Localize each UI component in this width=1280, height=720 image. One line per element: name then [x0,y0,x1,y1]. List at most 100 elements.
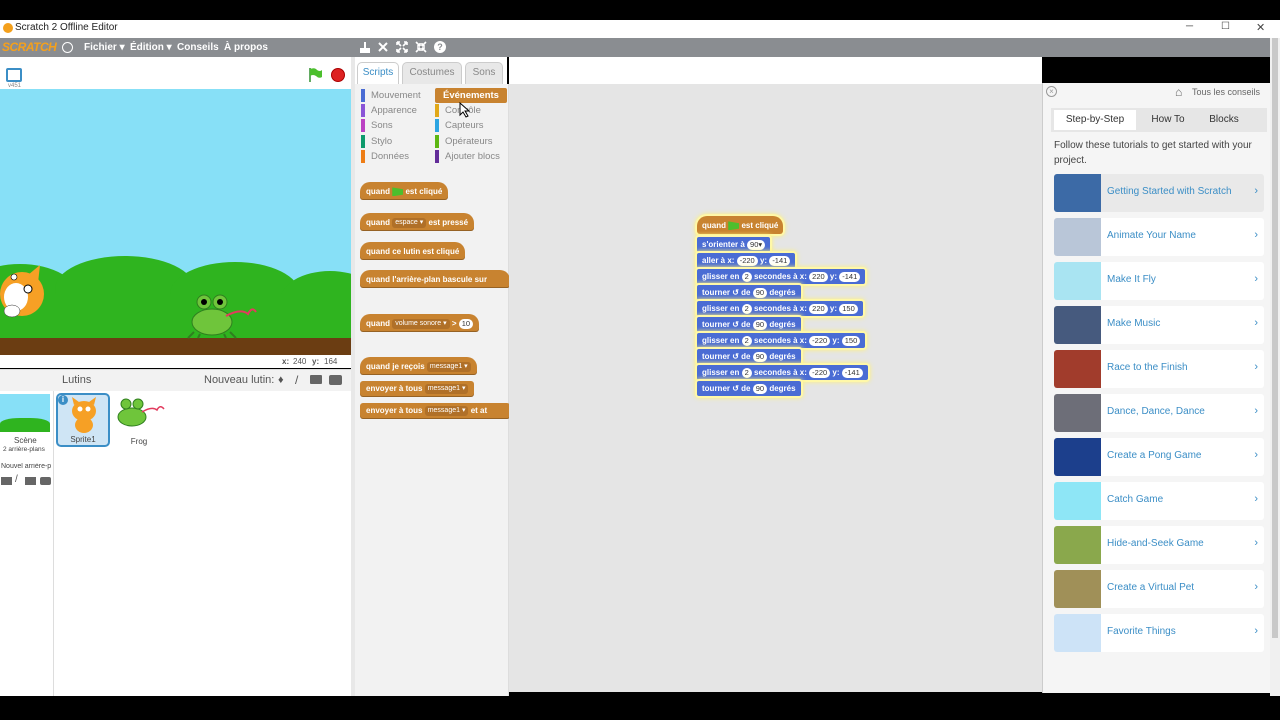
y-input[interactable]: -141 [839,271,861,282]
close-button[interactable]: ✕ [1256,21,1265,34]
secs-input[interactable]: 2 [741,367,752,378]
key-dropdown[interactable]: espace ▾ [392,217,427,228]
x-input[interactable]: 220 [809,303,828,314]
category-sound[interactable]: Sons [361,119,393,132]
block-when-i-receive[interactable]: quand je reçois message1 ▾ [360,357,477,375]
tutorial-item[interactable]: Catch Game › [1054,482,1264,520]
block-broadcast[interactable]: envoyer à tous message1 ▾ [360,381,475,397]
category-events[interactable]: Événements [435,88,507,103]
script-glide-1[interactable]: glisser en 2 secondes à x: 220 y: -141 [697,269,866,284]
x-input[interactable]: 220 [809,271,828,282]
script-glide-3[interactable]: glisser en 2 secondes à x: -220 y: 150 [697,333,866,348]
block-when-backdrop-switches[interactable]: quand l'arrière-plan bascule sur [360,270,510,288]
block-broadcast-and-wait[interactable]: envoyer à tous message1 ▾ et at [360,403,510,419]
tutorial-item[interactable]: Make Music › [1054,306,1264,344]
scratch-logo[interactable]: SCRATCH [2,40,57,54]
help-icon[interactable]: ? [434,41,446,53]
sprite-tile-frog[interactable]: Frog [112,393,166,447]
presentation-mode-icon[interactable] [6,68,22,82]
degrees-input[interactable]: 90 [752,287,768,298]
script-turn-1[interactable]: tourner ↺ de 90 degrés [697,285,801,300]
stop-icon[interactable] [331,68,345,82]
tab-scripts[interactable]: Scripts [357,62,399,85]
x-input[interactable]: -220 [809,335,831,346]
category-more-blocks[interactable]: Ajouter blocs [435,150,500,163]
menu-about[interactable]: À propos [224,42,268,53]
menu-file[interactable]: Fichier ▾ [84,42,125,53]
scene-thumbnail[interactable] [0,394,50,432]
script-area[interactable]: quand est cliqué s'orienter à 90▾ aller … [509,84,1042,692]
draw-backdrop-icon[interactable]: / [15,474,18,485]
camera-backdrop-icon[interactable] [40,477,51,485]
tab-costumes[interactable]: Costumes [402,62,462,84]
sprite-tile-sprite1[interactable]: i Sprite1 [56,393,110,447]
tab-how-to[interactable]: How To [1143,110,1193,130]
tutorial-item[interactable]: Getting Started with Scratch › [1054,174,1264,212]
tutorial-item[interactable]: Create a Pong Game › [1054,438,1264,476]
category-control[interactable]: Contrôle [435,104,481,117]
script-turn-2[interactable]: tourner ↺ de 90 degrés [697,317,801,332]
y-input[interactable]: -141 [841,367,863,378]
block-when-sprite-clicked[interactable]: quand ce lutin est cliqué [360,242,466,260]
script-turn-4[interactable]: tourner ↺ de 90 degrés [697,381,801,396]
degrees-input[interactable]: 90 [752,383,768,394]
tab-blocks[interactable]: Blocks [1199,110,1249,130]
direction-input[interactable]: 90▾ [747,239,766,250]
message-dropdown[interactable]: message1 ▾ [424,383,469,394]
choose-sprite-icon[interactable]: ♦ [278,374,284,386]
tab-step-by-step[interactable]: Step-by-Step [1054,110,1136,130]
script-glide-4[interactable]: glisser en 2 secondes à x: -220 y: -141 [697,365,868,380]
globe-icon[interactable] [62,42,73,53]
scrollbar[interactable] [1270,38,1280,696]
secs-input[interactable]: 2 [741,303,752,314]
script-go-to[interactable]: aller à x: -220 y: -141 [697,253,796,268]
frog-sprite[interactable] [186,294,258,339]
tutorial-item[interactable]: Favorite Things › [1054,614,1264,652]
x-input[interactable]: -220 [736,255,758,266]
maximize-button[interactable]: ☐ [1221,21,1230,32]
delete-icon[interactable] [377,41,389,53]
script-hat-when-flag[interactable]: quand est cliqué [697,216,784,234]
menu-tips[interactable]: Conseils [177,42,219,53]
degrees-input[interactable]: 90 [752,319,768,330]
all-tips-link[interactable]: Tous les conseils [1192,87,1260,97]
close-tips-icon[interactable]: × [1046,86,1057,97]
tutorial-item[interactable]: Dance, Dance, Dance › [1054,394,1264,432]
tutorial-item[interactable]: Race to the Finish › [1054,350,1264,388]
secs-input[interactable]: 2 [741,335,752,346]
secs-input[interactable]: 2 [741,271,752,282]
category-motion[interactable]: Mouvement [361,89,421,102]
category-pen[interactable]: Stylo [361,135,392,148]
green-flag-icon[interactable] [307,67,323,83]
script-point-direction[interactable]: s'orienter à 90▾ [697,237,771,252]
paint-backdrop-icon[interactable] [1,477,12,485]
scrollbar-thumb[interactable] [1272,38,1278,638]
shrink-icon[interactable] [415,41,427,53]
y-input[interactable]: 150 [839,303,858,314]
cat-sprite[interactable] [0,259,50,324]
script-turn-3[interactable]: tourner ↺ de 90 degrés [697,349,801,364]
block-when-flag-clicked[interactable]: quand est cliqué [360,182,449,200]
block-when-greater-than[interactable]: quand volume sonore ▾ > 10 [360,314,480,332]
upload-backdrop-icon[interactable] [25,477,36,485]
category-operators[interactable]: Opérateurs [435,135,493,148]
category-data[interactable]: Données [361,150,409,163]
y-input[interactable]: -141 [769,255,791,266]
x-input[interactable]: -220 [809,367,831,378]
minimize-button[interactable]: ─ [1186,21,1193,32]
grow-icon[interactable] [396,41,408,53]
menu-edit[interactable]: Édition ▾ [130,42,172,53]
tab-sounds[interactable]: Sons [465,62,503,84]
block-when-key-pressed[interactable]: quand espace ▾ est pressé [360,213,475,231]
script-glide-2[interactable]: glisser en 2 secondes à x: 220 y: 150 [697,301,863,316]
y-input[interactable]: 150 [841,335,861,346]
value-input[interactable]: 10 [458,318,474,329]
stage[interactable] [0,89,351,355]
sensor-dropdown[interactable]: volume sonore ▾ [392,318,450,329]
category-looks[interactable]: Apparence [361,104,417,117]
paint-sprite-icon[interactable]: / [295,373,298,387]
message-dropdown[interactable]: message1 ▾ [426,361,471,372]
upload-sprite-icon[interactable] [310,375,322,384]
category-sensing[interactable]: Capteurs [435,119,484,132]
camera-sprite-icon[interactable] [329,375,342,385]
